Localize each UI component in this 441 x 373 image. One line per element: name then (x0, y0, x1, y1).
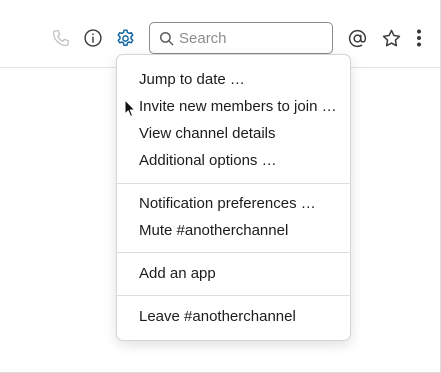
at-sign-icon[interactable] (344, 25, 370, 51)
menu-divider (117, 295, 350, 296)
menu-item-invite-members[interactable]: Invite new members to join … (117, 94, 350, 120)
menu-item-add-app[interactable]: Add an app (117, 261, 350, 287)
gear-icon[interactable] (112, 25, 138, 51)
channel-settings-menu: Jump to date … Invite new members to joi… (116, 54, 351, 341)
menu-item-additional-options[interactable]: Additional options … (117, 148, 350, 174)
search-input[interactable] (179, 27, 327, 49)
search-icon (159, 31, 174, 46)
menu-item-notification-preferences[interactable]: Notification preferences … (117, 191, 350, 217)
star-icon[interactable] (378, 25, 404, 51)
app-frame: Jump to date … Invite new members to joi… (0, 0, 441, 373)
search-box[interactable] (149, 22, 333, 54)
more-vertical-icon[interactable] (407, 25, 431, 51)
menu-item-jump-to-date[interactable]: Jump to date … (117, 67, 350, 93)
phone-icon[interactable] (48, 25, 74, 51)
menu-divider (117, 183, 350, 184)
menu-divider (117, 252, 350, 253)
menu-item-view-channel-details[interactable]: View channel details (117, 121, 350, 147)
menu-item-mute-channel[interactable]: Mute #anotherchannel (117, 218, 350, 244)
menu-item-leave-channel[interactable]: Leave #anotherchannel (117, 304, 350, 330)
info-icon[interactable] (80, 25, 106, 51)
